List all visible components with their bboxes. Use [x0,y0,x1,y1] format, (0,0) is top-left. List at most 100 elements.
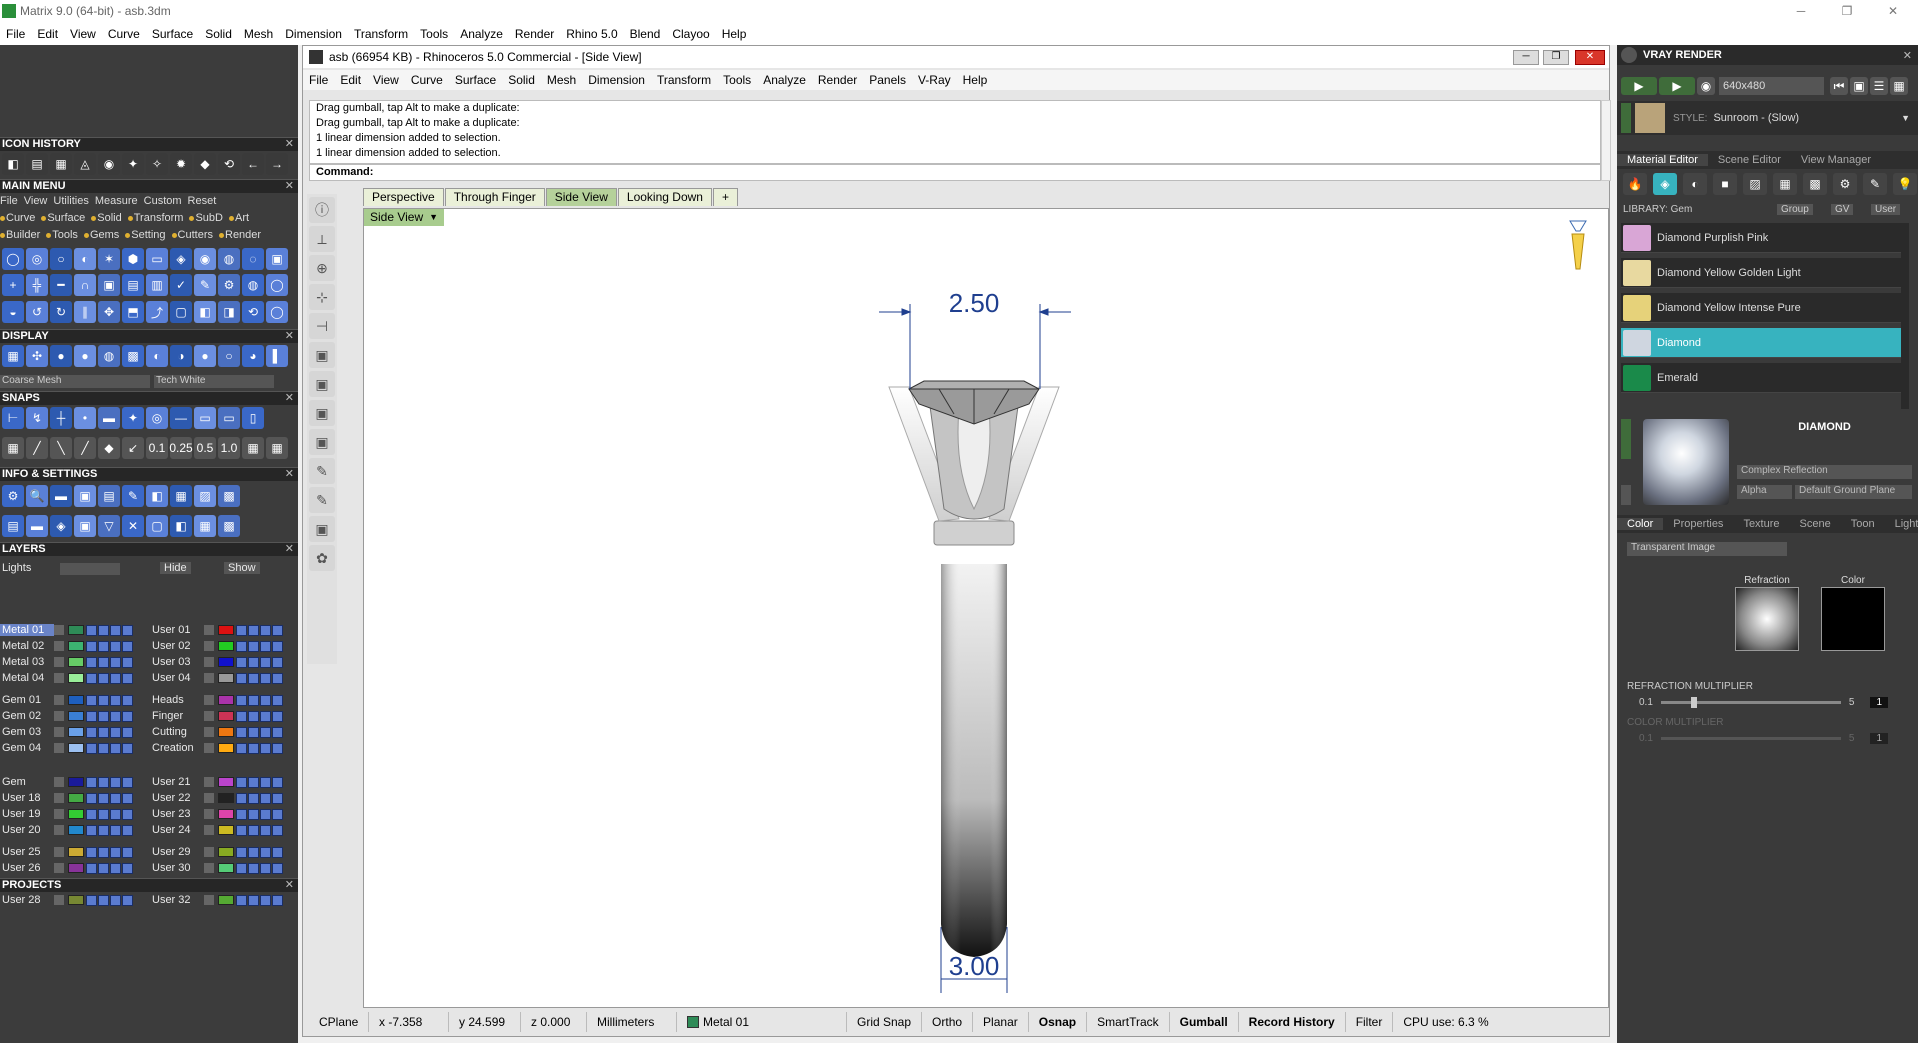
main-menu-item[interactable]: Setting [125,229,166,241]
visible-icon[interactable] [236,862,247,874]
diamond-icon[interactable]: ◆ [98,437,120,459]
visible-icon[interactable] [236,792,247,804]
print-icon[interactable] [110,710,121,722]
rhino-menu-help[interactable]: Help [957,73,994,87]
lock-icon[interactable] [248,672,259,684]
ring-icon[interactable]: ○ [50,248,72,270]
print-icon[interactable] [110,894,121,906]
edit-icon[interactable]: ✎ [1863,173,1887,195]
layer-expand-icon[interactable] [204,657,214,667]
page-icon[interactable]: ▦ [50,153,72,175]
shape-icon[interactable]: ◧ [146,485,168,507]
main-menu-item[interactable]: Solid [91,212,122,224]
fire-icon[interactable]: 🔥 [1623,173,1647,195]
box-icon[interactable]: ▣ [309,400,335,426]
star-icon[interactable]: ✶ [98,248,120,270]
material-icon[interactable] [272,846,283,858]
section-snaps[interactable]: SNAPS ✕ [0,391,298,405]
material-icon[interactable] [272,894,283,906]
arrow-icon[interactable]: ↙ [122,437,144,459]
status-layer[interactable]: Metal 01 [677,1012,847,1032]
library-user[interactable]: User [1871,203,1901,215]
rhino-menu-solid[interactable]: Solid [502,73,541,87]
layer-row[interactable]: User 29 [150,845,284,859]
snap-icon[interactable]: ⊢ [2,407,24,429]
toggle-filter[interactable]: Filter [1346,1012,1394,1032]
rhino-menu-panels[interactable]: Panels [863,73,912,87]
line-icon[interactable]: ▬ [98,407,120,429]
layer-expand-icon[interactable] [204,727,214,737]
material-icon[interactable] [272,672,283,684]
line-icon[interactable]: ╲ [50,437,72,459]
lock-icon[interactable] [248,710,259,722]
list-icon[interactable]: ☰ [1870,77,1888,95]
rhino-menu-render[interactable]: Render [812,73,863,87]
lock-icon[interactable] [98,624,109,636]
dot-icon[interactable]: ● [194,345,216,367]
section-icon-history[interactable]: ICON HISTORY ✕ [0,137,298,151]
print-icon[interactable] [260,824,271,836]
rhino-menu-surface[interactable]: Surface [449,73,502,87]
layer-expand-icon[interactable] [204,641,214,651]
rotate-icon[interactable]: ↺ [26,301,48,323]
layer-expand-icon[interactable] [54,743,64,753]
material-icon[interactable] [122,776,133,788]
print-icon[interactable] [110,742,121,754]
shape-icon[interactable]: ◨ [218,301,240,323]
visible-icon[interactable] [236,824,247,836]
snap-icon[interactable]: ✣ [26,345,48,367]
layer-row[interactable]: Gem 01 [0,693,134,707]
visible-icon[interactable] [236,672,247,684]
section-main-menu[interactable]: MAIN MENU ✕ [0,179,298,193]
minimize-button[interactable]: ─ [1778,0,1824,22]
value-icon[interactable]: 0.25 [169,437,193,459]
material-icon[interactable] [272,808,283,820]
hexagon-icon[interactable]: ⬢ [122,248,144,270]
layer-expand-icon[interactable] [204,777,214,787]
parallel-icon[interactable]: ∥ [74,301,96,323]
layer-color-swatch[interactable] [68,895,84,905]
menu-transform[interactable]: Transform [348,27,414,41]
print-icon[interactable] [110,624,121,636]
gem-icon[interactable]: ◆ [194,153,216,175]
material-icon[interactable] [122,846,133,858]
layer-row[interactable]: User 28 [0,893,134,907]
layer-expand-icon[interactable] [54,863,64,873]
lock-icon[interactable] [248,624,259,636]
layer-expand-icon[interactable] [204,711,214,721]
cross-icon[interactable]: ╬ [26,274,48,296]
visible-icon[interactable] [86,824,97,836]
layer-expand-icon[interactable] [204,895,214,905]
layer-expand-icon[interactable] [204,673,214,683]
x-icon[interactable]: ✕ [122,515,144,537]
material-collapse-icon[interactable] [1621,485,1631,505]
style-row[interactable]: STYLE: Sunroom - (Slow) ▼ [1617,101,1918,135]
circle-icon[interactable]: ○ [218,345,240,367]
layer-color-swatch[interactable] [218,793,234,803]
layer-expand-icon[interactable] [54,641,64,651]
layer-expand-icon[interactable] [204,793,214,803]
material-icon[interactable] [122,862,133,874]
globe-icon[interactable]: ⊕ [309,255,335,281]
shade-icon[interactable]: ● [50,345,72,367]
menu-edit[interactable]: Edit [31,27,64,41]
ring-icon[interactable]: ◎ [146,407,168,429]
square-icon[interactable]: ■ [1713,173,1737,195]
show-button[interactable]: Show [224,562,260,574]
command-line[interactable]: Command: [309,164,1601,181]
tab-through-finger[interactable]: Through Finger [444,188,545,206]
material-item[interactable]: Diamond Yellow Intense Pure [1621,293,1901,323]
layer-row[interactable]: User 23 [150,807,284,821]
material-icon[interactable] [122,742,133,754]
material-icon[interactable] [272,824,283,836]
arrow-icon[interactable]: ⤴ [146,301,168,323]
shade-icon[interactable]: ● [74,345,96,367]
refraction-multiplier-slider[interactable]: 0.1 5 1 [1631,695,1911,709]
rhino-menu-curve[interactable]: Curve [405,73,449,87]
material-item[interactable]: Diamond [1621,328,1901,358]
visible-icon[interactable] [86,776,97,788]
layer-color-swatch[interactable] [218,673,234,683]
print-icon[interactable] [260,640,271,652]
lock-icon[interactable] [248,792,259,804]
menu-dimension[interactable]: Dimension [279,27,348,41]
